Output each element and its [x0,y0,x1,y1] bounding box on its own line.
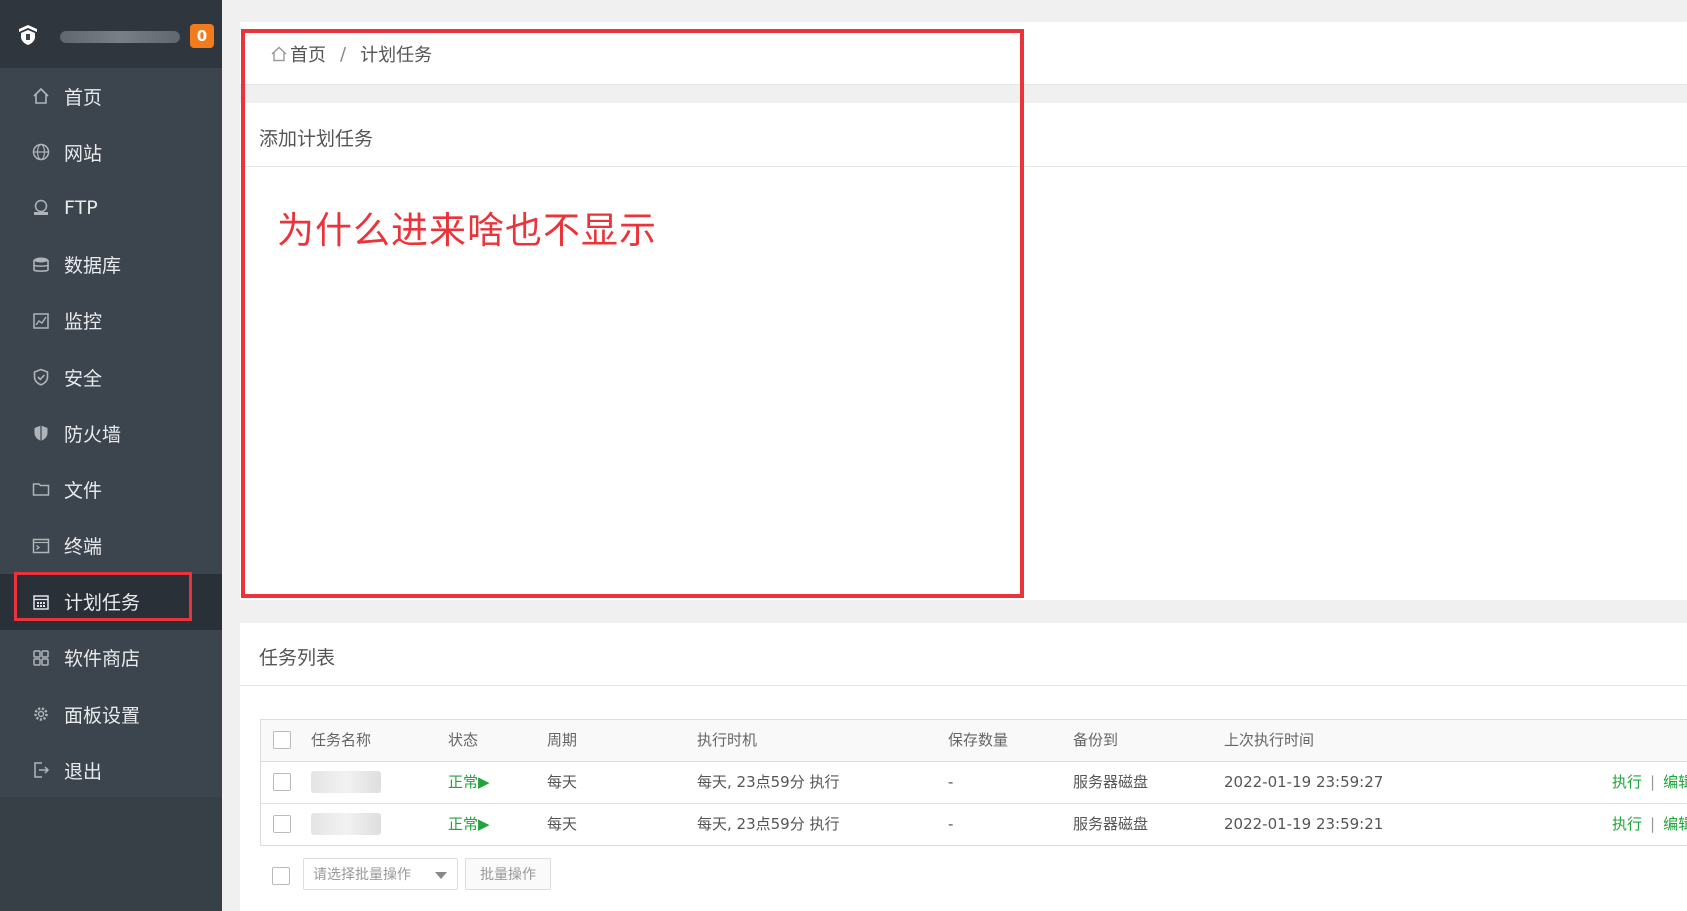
last-run-cell: 2022-01-19 23:59:27 [1224,773,1384,791]
logout-icon [31,760,51,780]
divider [240,166,1687,167]
message-badge[interactable]: 0 [190,24,214,48]
edit-link[interactable]: 编辑 [1663,815,1687,833]
sidebar-item-database[interactable]: 数据库 [0,237,222,293]
period-cell: 每天 [547,773,578,791]
backup-to-cell: 服务器磁盘 [1073,773,1149,791]
server-name-blurred [60,31,180,43]
folder-icon [31,479,51,499]
gear-icon [31,704,51,724]
status-toggle[interactable]: 正常▶ [448,762,490,803]
select-all-checkbox[interactable] [273,731,291,749]
task-table: 任务名称 状态 周期 执行时机 保存数量 备份到 上次执行时间 正常▶ 每天 每… [260,719,1687,846]
batch-select-placeholder: 请选择批量操作 [313,867,411,883]
action-separator: | [1650,773,1656,791]
task-name-blurred [311,813,381,835]
sidebar-item-website[interactable]: 网站 [0,124,222,180]
run-link[interactable]: 执行 [1612,815,1642,833]
sidebar-footer [0,797,222,911]
sidebar-item-ftp[interactable]: FTP [0,180,222,236]
sidebar-item-files[interactable]: 文件 [0,461,222,517]
home-icon [31,86,51,106]
sidebar-item-label: 网站 [64,142,103,165]
backup-to-cell: 服务器磁盘 [1073,815,1149,833]
exec-time-cell: 每天, 23点59分 执行 [697,773,840,791]
save-count-cell: - [948,815,954,833]
row-checkbox[interactable] [273,815,291,833]
exec-time-cell: 每天, 23点59分 执行 [697,815,840,833]
sidebar-item-security[interactable]: 安全 [0,349,222,405]
column-header-period: 周期 [547,731,578,749]
breadcrumb-bar [240,22,1687,85]
sidebar-item-label: 面板设置 [64,704,141,727]
sidebar-item-firewall[interactable]: 防火墙 [0,405,222,461]
annotation-text: 为什么进来啥也不显示 [277,209,657,252]
sidebar-item-logout[interactable]: 退出 [0,742,222,798]
table-row: 正常▶ 每天 每天, 23点59分 执行 - 服务器磁盘 2022-01-19 … [261,804,1687,846]
sidebar-item-label: 文件 [64,479,103,502]
row-actions: 执行 | 编辑 [1612,762,1687,803]
column-header-last-run[interactable]: 上次执行时间 [1224,720,1314,761]
monitor-icon [31,311,51,331]
sidebar-item-label: 终端 [64,536,103,559]
save-count-cell: - [948,773,954,791]
column-header-exec-time: 执行时机 [697,731,758,749]
globe-icon [31,142,51,162]
apps-icon [31,648,51,668]
run-link[interactable]: 执行 [1612,773,1642,791]
task-list-title: 任务列表 [259,647,336,669]
sidebar-menu: 首页 网站 FTP 数据库 监控 安全 防火墙 文件 终端 计划任务 软件商店 … [0,68,222,797]
batch-operation-select[interactable]: 请选择批量操作 [303,858,458,890]
sidebar-item-label: 防火墙 [64,423,122,446]
batch-operation-button[interactable]: 批量操作 [465,858,551,890]
calendar-icon [31,592,51,612]
column-header-save-count: 保存数量 [948,731,1009,749]
row-actions: 执行 | 编辑 [1612,804,1687,845]
logo-icon [19,25,37,45]
shield-icon [31,367,51,387]
sidebar-item-home[interactable]: 首页 [0,68,222,124]
sidebar-item-monitor[interactable]: 监控 [0,293,222,349]
sidebar-item-panel-settings[interactable]: 面板设置 [0,686,222,742]
firewall-icon [31,423,51,443]
table-header-row: 任务名称 状态 周期 执行时机 保存数量 备份到 上次执行时间 [261,720,1687,762]
sidebar-header: 0 [0,0,222,68]
period-cell: 每天 [547,815,578,833]
sidebar-item-label: FTP [64,197,98,220]
sidebar-item-label: 监控 [64,311,103,334]
status-toggle[interactable]: 正常▶ [448,804,490,845]
chevron-down-icon [435,872,447,879]
breadcrumb-separator: / [340,43,347,65]
last-run-cell: 2022-01-19 23:59:21 [1224,815,1384,833]
sidebar-item-label: 退出 [64,760,103,783]
sidebar-item-label: 数据库 [64,255,122,278]
ftp-icon [31,198,51,218]
breadcrumb: 首页 / 计划任务 [270,41,432,67]
row-checkbox[interactable] [273,773,291,791]
database-icon [31,255,51,275]
breadcrumb-current: 计划任务 [360,45,433,66]
column-header-status: 状态 [448,731,479,749]
task-name-blurred [311,771,381,793]
sidebar-item-terminal[interactable]: 终端 [0,518,222,574]
add-task-panel-title: 添加计划任务 [259,128,374,150]
batch-select-all-checkbox[interactable] [272,867,290,885]
column-header-name: 任务名称 [311,731,372,749]
add-task-panel [240,103,1687,600]
sidebar-item-crontab[interactable]: 计划任务 [0,573,222,630]
divider [240,685,1687,686]
action-separator: | [1650,815,1656,833]
sidebar-item-label: 计划任务 [64,592,141,615]
sidebar-item-label: 安全 [64,367,103,390]
sidebar: 0 首页 网站 FTP 数据库 监控 安全 防火墙 文件 终端 计划任务 软件商… [0,0,222,911]
sidebar-item-app-store[interactable]: 软件商店 [0,630,222,686]
table-row: 正常▶ 每天 每天, 23点59分 执行 - 服务器磁盘 2022-01-19 … [261,762,1687,804]
column-header-backup-to: 备份到 [1073,731,1119,749]
home-icon[interactable] [270,45,288,63]
breadcrumb-home-link[interactable]: 首页 [290,41,326,67]
edit-link[interactable]: 编辑 [1663,773,1687,791]
terminal-icon [31,536,51,556]
sidebar-item-label: 软件商店 [64,648,141,671]
sidebar-item-label: 首页 [64,86,103,109]
